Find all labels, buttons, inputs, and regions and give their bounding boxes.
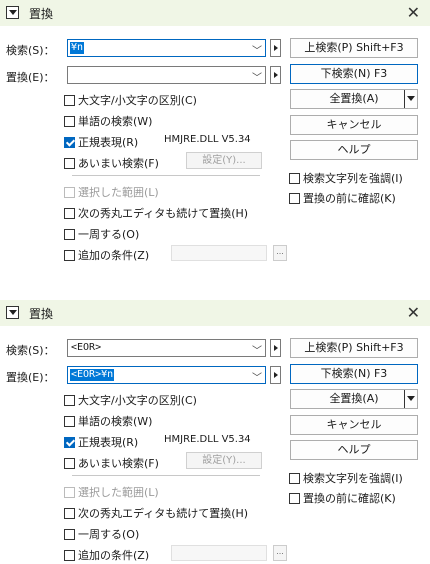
system-menu-icon[interactable] <box>6 6 19 19</box>
checkbox-icon[interactable] <box>64 95 75 106</box>
checkbox-icon[interactable] <box>64 229 75 240</box>
down-search-button[interactable]: 下検索(N) F3 <box>290 364 418 384</box>
checkbox-icon[interactable] <box>64 208 75 219</box>
system-menu-icon[interactable] <box>6 306 19 319</box>
checkbox-icon[interactable] <box>289 493 300 504</box>
checkbox-icon[interactable] <box>64 158 75 169</box>
replace-dialog: 置換 ✕ 検索(S)： <EOR> ﹀ 置換(E)： <EOR>¥n ﹀ 上検索… <box>0 300 430 564</box>
title-bar: 置換 ✕ <box>0 0 430 26</box>
replace-dialog: 置換 ✕ 検索(S)： ¥n ﹀ 置換(E)： ﹀ 上検索(P) Shift+F… <box>0 0 430 264</box>
dialog-title: 置換 <box>29 307 54 321</box>
help-button[interactable]: ヘルプ <box>290 140 418 160</box>
confirm-replace-checkbox[interactable]: 置換の前に確認(K) <box>289 490 396 506</box>
regex-checkbox[interactable]: 正規表現(R) <box>64 134 138 150</box>
replace-combo[interactable]: <EOR>¥n ﹀ <box>67 366 266 384</box>
case-sensitive-checkbox[interactable]: 大文字/小文字の区別(C) <box>64 92 197 108</box>
fuzzy-search-checkbox[interactable]: あいまい検索(F) <box>64 155 159 171</box>
search-history-arrow-icon[interactable] <box>270 339 281 357</box>
chevron-down-icon[interactable]: ﹀ <box>252 369 262 384</box>
up-search-button[interactable]: 上検索(P) Shift+F3 <box>290 338 418 358</box>
search-value: <EOR> <box>71 342 102 353</box>
checkbox-icon[interactable] <box>64 487 75 498</box>
replace-label: 置換(E)： <box>6 71 55 84</box>
next-editor-checkbox[interactable]: 次の秀丸エディタも続けて置換(H) <box>64 505 248 521</box>
replace-combo[interactable]: ﹀ <box>67 66 266 84</box>
case-sensitive-checkbox[interactable]: 大文字/小文字の区別(C) <box>64 392 197 408</box>
separator <box>72 475 260 476</box>
next-editor-checkbox[interactable]: 次の秀丸エディタも続けて置換(H) <box>64 205 248 221</box>
cancel-button[interactable]: キャンセル <box>290 415 418 435</box>
regex-checkbox[interactable]: 正規表現(R) <box>64 434 138 450</box>
chevron-down-icon[interactable]: ﹀ <box>252 342 262 357</box>
separator <box>72 175 260 176</box>
checkmark-icon[interactable] <box>64 137 75 148</box>
replace-label: 置換(E)： <box>6 371 55 384</box>
fuzzy-settings-button[interactable]: 設定(Y)... <box>186 452 262 469</box>
chevron-down-icon[interactable]: ﹀ <box>252 69 262 84</box>
extra-condition-checkbox[interactable]: 追加の条件(Z) <box>64 247 149 263</box>
cancel-button[interactable]: キャンセル <box>290 115 418 135</box>
checkbox-icon[interactable] <box>64 416 75 427</box>
replace-history-arrow-icon[interactable] <box>270 366 281 384</box>
whole-word-checkbox[interactable]: 単語の検索(W) <box>64 413 152 429</box>
close-icon[interactable]: ✕ <box>407 303 420 322</box>
extra-condition-field[interactable] <box>171 545 267 561</box>
selection-range-checkbox[interactable]: 選択した範囲(L) <box>64 484 159 500</box>
checkmark-icon[interactable] <box>64 437 75 448</box>
dialog-title: 置換 <box>29 7 54 21</box>
replace-history-arrow-icon[interactable] <box>270 66 281 84</box>
extra-condition-checkbox[interactable]: 追加の条件(Z) <box>64 547 149 563</box>
checkbox-icon[interactable] <box>64 250 75 261</box>
regex-dll-version: HMJRE.DLL V5.34 <box>164 434 251 445</box>
whole-word-checkbox[interactable]: 単語の検索(W) <box>64 113 152 129</box>
fuzzy-search-checkbox[interactable]: あいまい検索(F) <box>64 455 159 471</box>
dropdown-arrow-icon[interactable] <box>404 90 417 108</box>
replace-value: <EOR>¥n <box>70 369 115 381</box>
search-value: ¥n <box>70 42 85 54</box>
checkbox-icon[interactable] <box>64 116 75 127</box>
replace-all-label: 全置換(A) <box>329 92 379 105</box>
extra-condition-browse-button[interactable]: ... <box>273 245 287 261</box>
replace-all-button[interactable]: 全置換(A) <box>290 89 418 109</box>
replace-all-button[interactable]: 全置換(A) <box>290 389 418 409</box>
checkbox-icon[interactable] <box>64 395 75 406</box>
selection-range-checkbox[interactable]: 選択した範囲(L) <box>64 184 159 200</box>
wrap-around-checkbox[interactable]: 一周する(O) <box>64 526 139 542</box>
chevron-down-icon[interactable]: ﹀ <box>252 42 262 57</box>
search-combo[interactable]: <EOR> ﹀ <box>67 339 266 357</box>
checkbox-icon[interactable] <box>64 529 75 540</box>
checkbox-icon[interactable] <box>289 473 300 484</box>
replace-all-label: 全置換(A) <box>329 392 379 405</box>
search-combo[interactable]: ¥n ﹀ <box>67 39 266 57</box>
checkbox-icon[interactable] <box>64 508 75 519</box>
search-label: 検索(S)： <box>6 344 55 357</box>
search-history-arrow-icon[interactable] <box>270 39 281 57</box>
up-search-button[interactable]: 上検索(P) Shift+F3 <box>290 38 418 58</box>
search-label: 検索(S)： <box>6 44 55 57</box>
checkbox-icon[interactable] <box>289 173 300 184</box>
regex-dll-version: HMJRE.DLL V5.34 <box>164 134 251 145</box>
wrap-around-checkbox[interactable]: 一周する(O) <box>64 226 139 242</box>
help-button[interactable]: ヘルプ <box>290 440 418 460</box>
checkbox-icon[interactable] <box>64 458 75 469</box>
highlight-search-checkbox[interactable]: 検索文字列を強調(I) <box>289 170 403 186</box>
dropdown-arrow-icon[interactable] <box>404 390 417 408</box>
fuzzy-settings-button[interactable]: 設定(Y)... <box>186 152 262 169</box>
extra-condition-browse-button[interactable]: ... <box>273 545 287 561</box>
down-search-button[interactable]: 下検索(N) F3 <box>290 64 418 84</box>
checkbox-icon[interactable] <box>64 550 75 561</box>
checkbox-icon[interactable] <box>289 193 300 204</box>
extra-condition-field[interactable] <box>171 245 267 261</box>
title-bar: 置換 ✕ <box>0 300 430 326</box>
highlight-search-checkbox[interactable]: 検索文字列を強調(I) <box>289 470 403 486</box>
confirm-replace-checkbox[interactable]: 置換の前に確認(K) <box>289 190 396 206</box>
close-icon[interactable]: ✕ <box>407 3 420 22</box>
checkbox-icon[interactable] <box>64 187 75 198</box>
